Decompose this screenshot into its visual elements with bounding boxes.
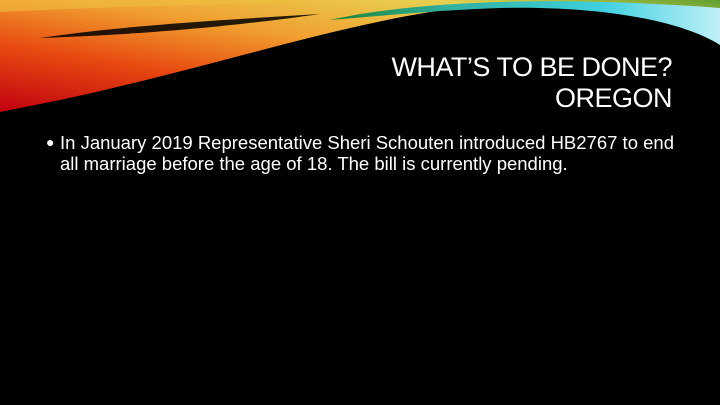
bullet-dot-icon: ● bbox=[46, 134, 55, 150]
slide-title: WHAT’S TO BE DONE? OREGON bbox=[391, 52, 672, 114]
title-line-1: WHAT’S TO BE DONE? bbox=[391, 52, 672, 82]
slide-body: ● In January 2019 Representative Sheri S… bbox=[46, 132, 676, 174]
bullet-item: ● In January 2019 Representative Sheri S… bbox=[46, 132, 676, 174]
bullet-text: In January 2019 Representative Sheri Sch… bbox=[60, 132, 674, 174]
title-line-2: OREGON bbox=[554, 83, 673, 113]
slide: WHAT’S TO BE DONE? OREGON ● In January 2… bbox=[0, 0, 720, 405]
